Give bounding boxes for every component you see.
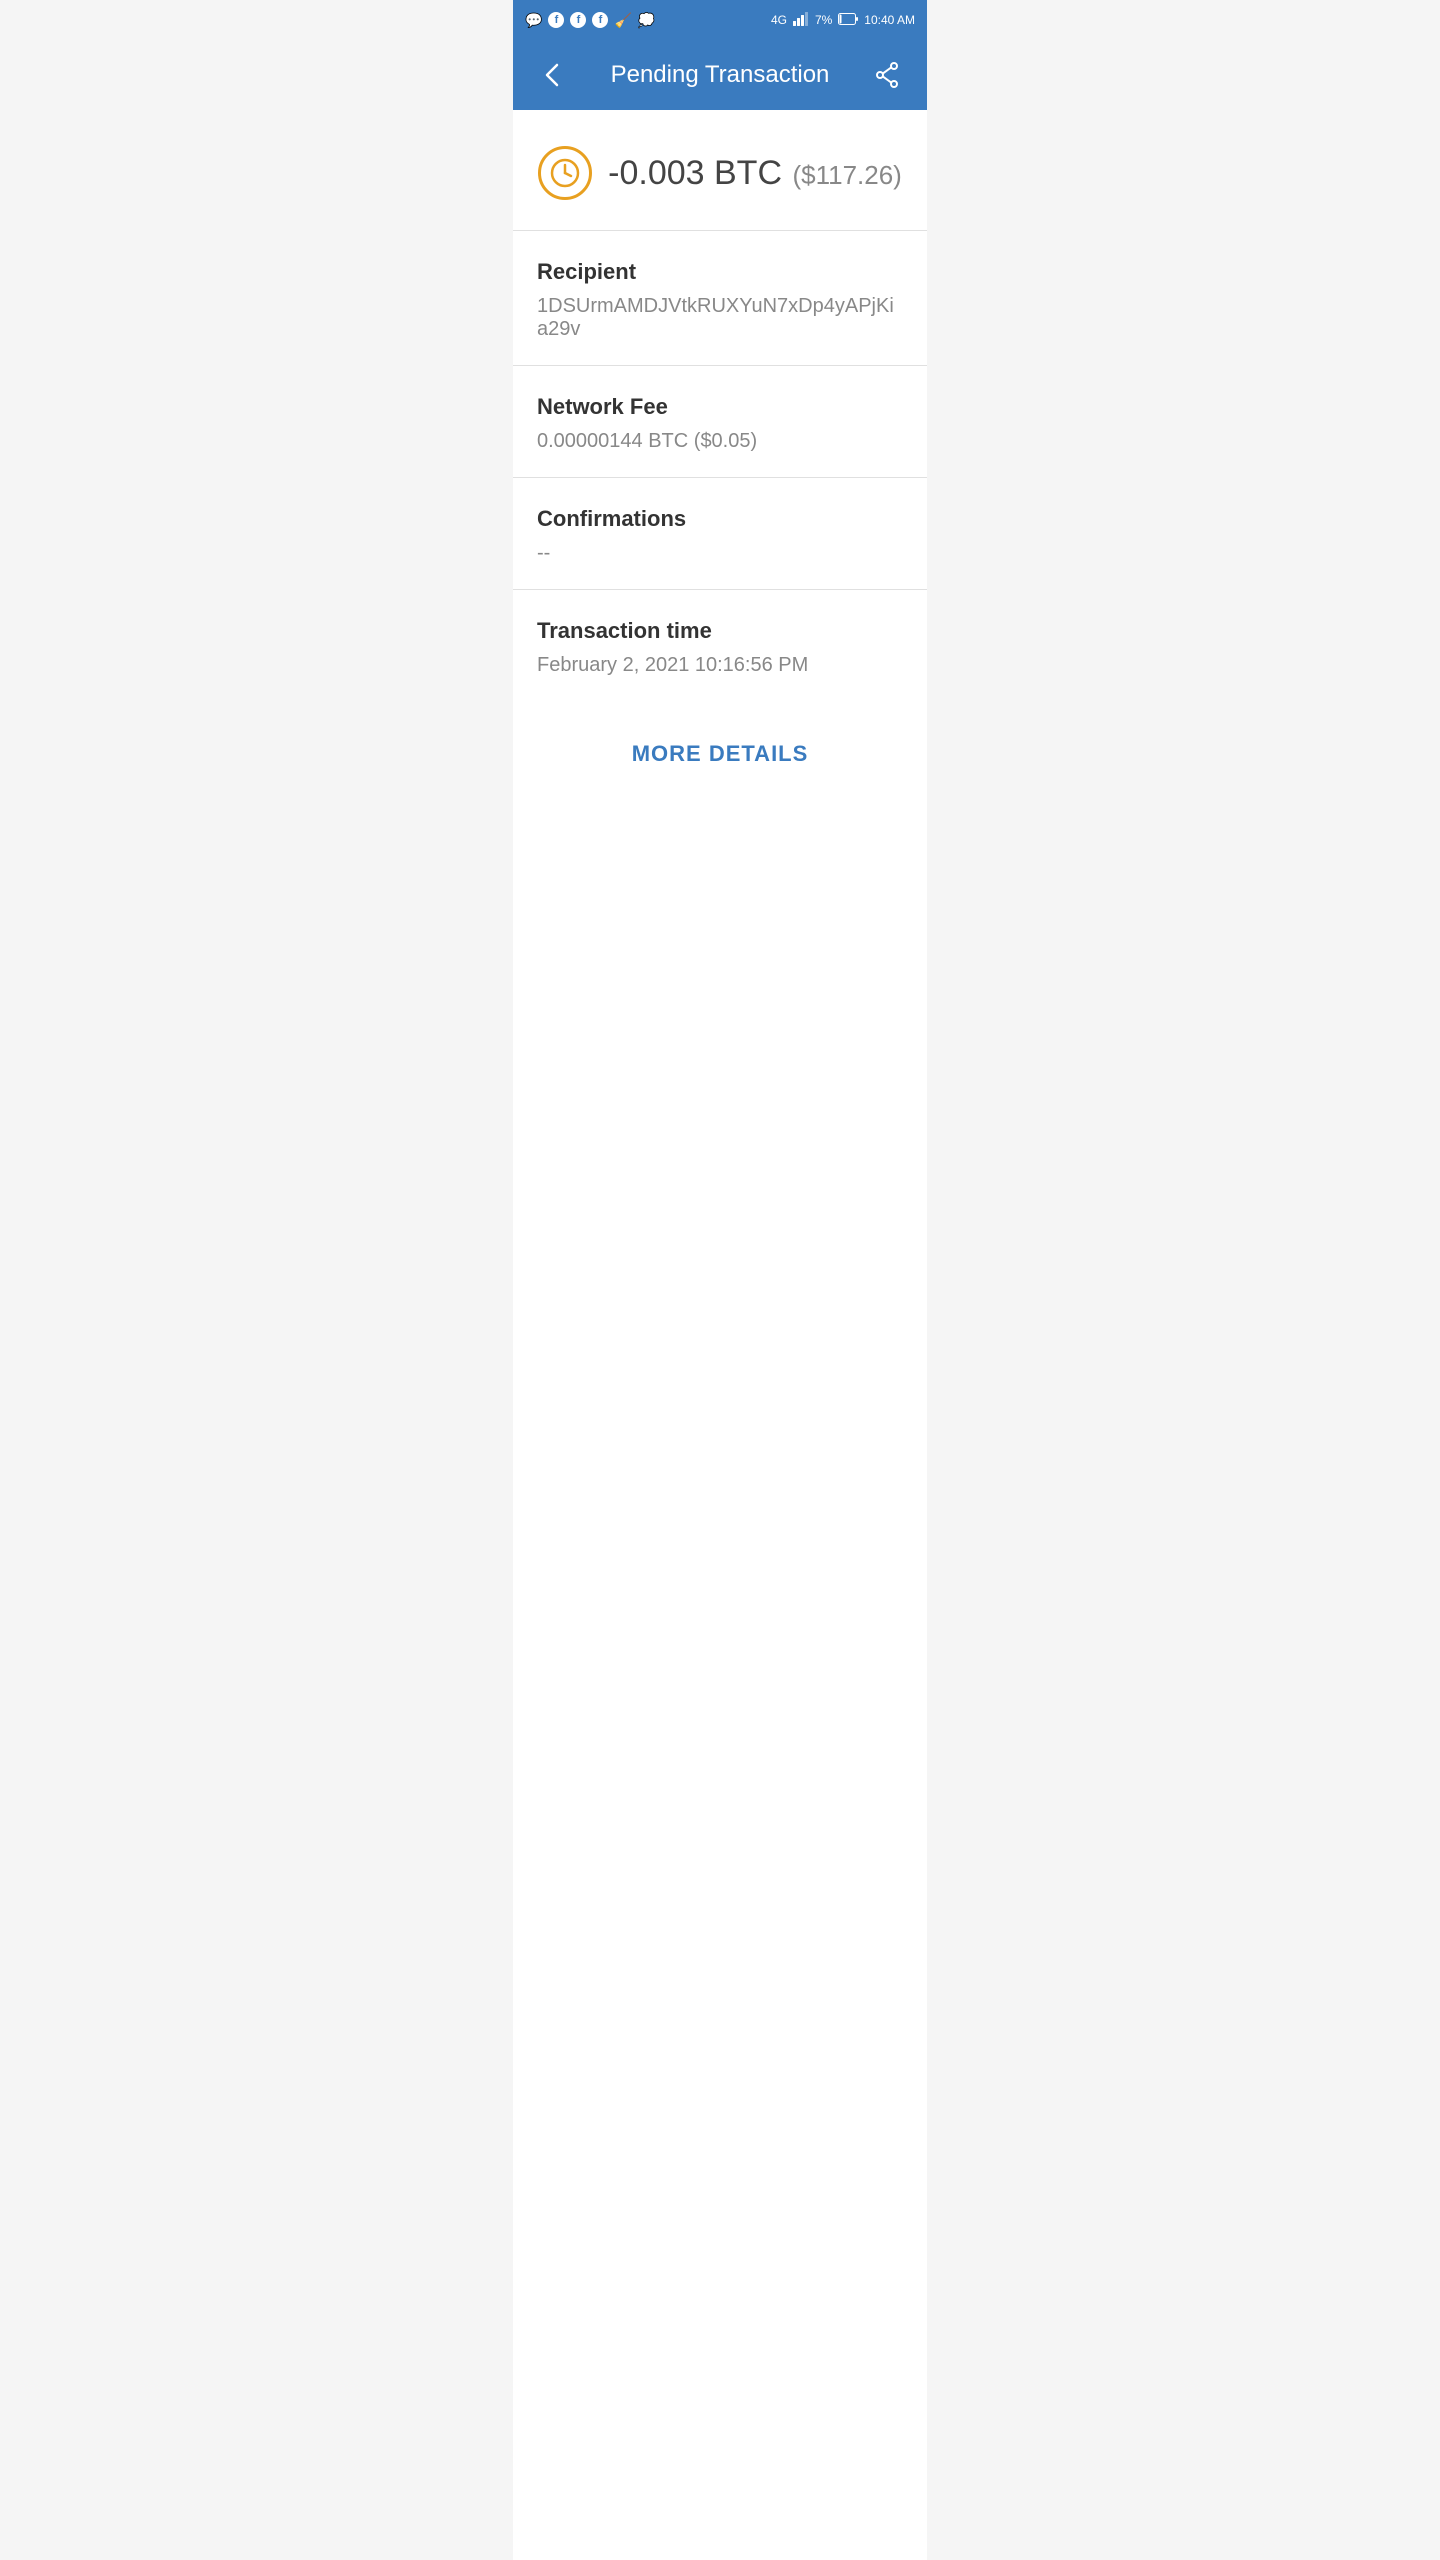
btc-amount: -0.003 BTC bbox=[608, 154, 782, 192]
facebook-icon-1: f bbox=[548, 12, 564, 28]
battery-percentage: 7% bbox=[815, 13, 832, 27]
app-bar: Pending Transaction bbox=[513, 40, 927, 110]
amount-display: -0.003 BTC ($117.26) bbox=[608, 154, 902, 193]
network-fee-section: Network Fee 0.00000144 BTC ($0.05) bbox=[513, 366, 927, 478]
network-fee-label: Network Fee bbox=[537, 394, 903, 420]
main-content: -0.003 BTC ($117.26) Recipient 1DSUrmAMD… bbox=[513, 110, 927, 2560]
current-time: 10:40 AM bbox=[864, 13, 915, 27]
transaction-time-value: February 2, 2021 10:16:56 PM bbox=[537, 654, 903, 677]
status-bar: 💬 f f f 🧹 💭 4G 7% 10:40 AM bbox=[513, 0, 927, 40]
status-bar-notifications: 💬 f f f 🧹 💭 bbox=[525, 12, 655, 29]
confirmations-section: Confirmations -- bbox=[513, 478, 927, 590]
pending-clock-icon bbox=[538, 146, 592, 200]
status-bar-system: 4G 7% 10:40 AM bbox=[771, 12, 915, 29]
recipient-address: 1DSUrmAMDJVtkRUXYuN7xDp4yAPjKia29v bbox=[537, 295, 903, 341]
facebook-icon-3: f bbox=[592, 12, 608, 28]
transaction-time-label: Transaction time bbox=[537, 618, 903, 644]
tool-icon: 🧹 bbox=[614, 12, 631, 29]
network-indicator: 4G bbox=[771, 13, 787, 27]
message-icon: 💬 bbox=[525, 12, 542, 29]
recipient-section: Recipient 1DSUrmAMDJVtkRUXYuN7xDp4yAPjKi… bbox=[513, 231, 927, 366]
amount-section: -0.003 BTC ($117.26) bbox=[513, 110, 927, 231]
back-button[interactable] bbox=[533, 55, 573, 95]
confirmations-label: Confirmations bbox=[537, 506, 903, 532]
facebook-icon-2: f bbox=[570, 12, 586, 28]
signal-icon bbox=[793, 12, 809, 29]
recipient-label: Recipient bbox=[537, 259, 903, 285]
confirmations-value: -- bbox=[537, 542, 903, 565]
transaction-time-section: Transaction time February 2, 2021 10:16:… bbox=[513, 590, 927, 701]
share-button[interactable] bbox=[867, 55, 907, 95]
usd-amount: ($117.26) bbox=[792, 160, 901, 190]
page-title: Pending Transaction bbox=[611, 61, 830, 89]
more-details-section: MORE DETAILS bbox=[513, 701, 927, 807]
network-fee-value: 0.00000144 BTC ($0.05) bbox=[537, 430, 903, 453]
battery-icon bbox=[838, 13, 858, 28]
cloud-icon: 💭 bbox=[638, 12, 655, 29]
more-details-button[interactable]: MORE DETAILS bbox=[632, 741, 809, 767]
